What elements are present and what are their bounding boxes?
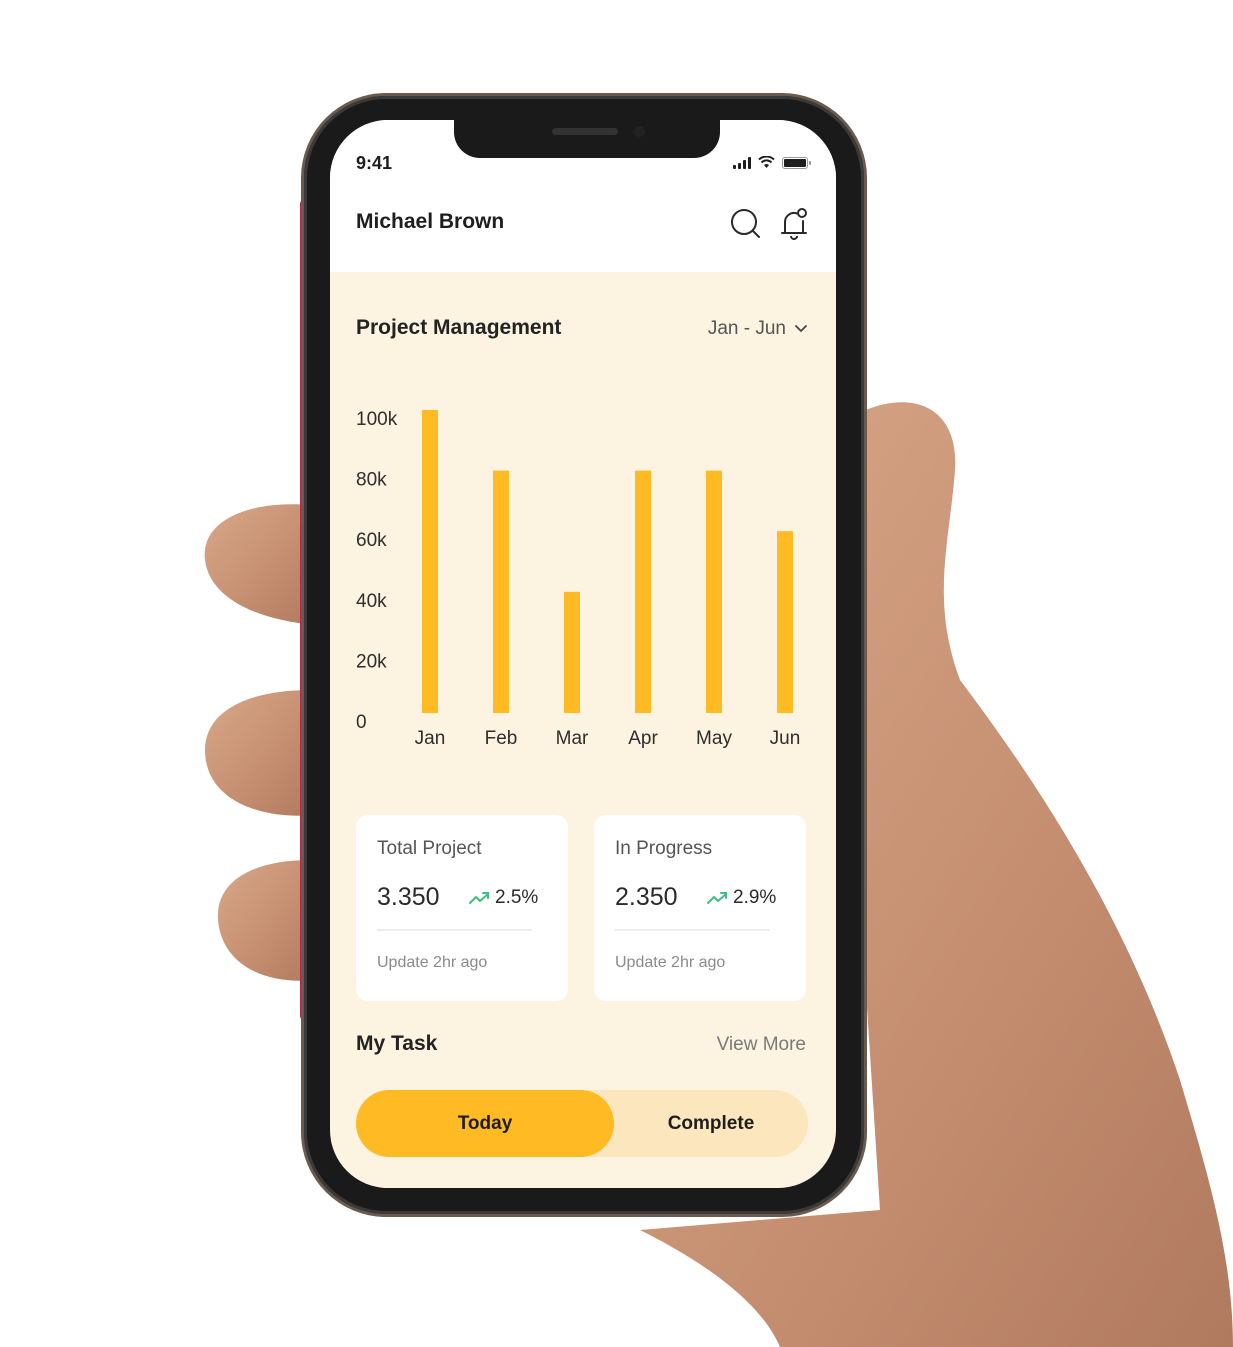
divider <box>615 929 770 931</box>
stat-label: Total Project <box>377 838 482 859</box>
bar-chart: 0 20k 40k 60k 80k 100k Jan Feb Mar Apr May Jun <box>330 390 836 770</box>
stat-updated: Update 2hr ago <box>615 954 726 971</box>
phone-screen: 9:41 Michael Brown Project Management Ja… <box>330 120 836 1188</box>
task-filter-toggle: Today Complete <box>356 1090 808 1157</box>
stat-change-value: 2.9% <box>733 887 777 908</box>
bar-jun[interactable] <box>777 531 793 713</box>
y-tick-label: 0 <box>356 712 367 733</box>
stat-card-in-progress[interactable]: In Progress 2.350 2.9% Update 2hr ago <box>594 815 806 1001</box>
tab-complete[interactable]: Complete <box>614 1090 808 1157</box>
section-title: Project Management <box>356 316 562 339</box>
y-tick-label: 20k <box>356 651 387 672</box>
stat-label: In Progress <box>615 838 713 859</box>
stat-card-total-project[interactable]: Total Project 3.350 2.5% Update 2hr ago <box>356 815 568 1001</box>
wifi-icon <box>758 156 775 168</box>
x-tick-label: May <box>696 728 732 749</box>
search-icon <box>731 209 760 238</box>
bar-apr[interactable] <box>635 470 651 713</box>
stat-change-value: 2.5% <box>495 887 539 908</box>
speaker <box>552 128 618 135</box>
stat-updated: Update 2hr ago <box>377 954 488 971</box>
battery-icon <box>782 156 811 169</box>
date-range-dropdown[interactable]: Jan - Jun <box>708 318 808 340</box>
stat-value: 3.350 <box>377 883 440 911</box>
x-tick-label: Feb <box>485 728 518 749</box>
tab-today[interactable]: Today <box>356 1090 614 1157</box>
stat-change: 2.9% <box>707 887 776 909</box>
chevron-down-icon <box>795 325 807 333</box>
bar-jan[interactable] <box>422 410 438 713</box>
y-tick-label: 80k <box>356 470 387 491</box>
camera <box>634 126 645 137</box>
user-name: Michael Brown <box>356 210 505 233</box>
status-icons <box>733 156 811 169</box>
search-button[interactable] <box>728 206 764 242</box>
date-range-value: Jan - Jun <box>707 318 786 339</box>
x-tick-label: Apr <box>628 728 658 749</box>
x-tick-label: Jun <box>770 728 801 749</box>
x-tick-label: Jan <box>415 728 446 749</box>
x-tick-label: Mar <box>556 728 589 749</box>
signal-icon <box>733 156 751 169</box>
status-time: 9:41 <box>356 153 393 173</box>
stat-value: 2.350 <box>615 883 678 911</box>
bar-feb[interactable] <box>493 470 509 713</box>
my-task-title: My Task <box>356 1032 438 1055</box>
phone-notch <box>454 120 720 158</box>
notification-button[interactable] <box>776 206 812 242</box>
trend-up-icon <box>469 892 489 904</box>
bar-chart-svg: 0 20k 40k 60k 80k 100k Jan Feb Mar Apr May Jun <box>356 409 801 749</box>
bar-mar[interactable] <box>564 591 580 713</box>
stat-change: 2.5% <box>469 887 538 909</box>
y-tick-label: 100k <box>356 409 398 430</box>
y-tick-label: 40k <box>356 591 387 612</box>
view-more-link[interactable]: View More <box>717 1034 806 1056</box>
bar-may[interactable] <box>706 470 722 713</box>
trend-up-icon <box>707 892 727 904</box>
divider <box>377 929 532 931</box>
y-tick-label: 60k <box>356 530 387 551</box>
bell-icon <box>781 208 807 240</box>
